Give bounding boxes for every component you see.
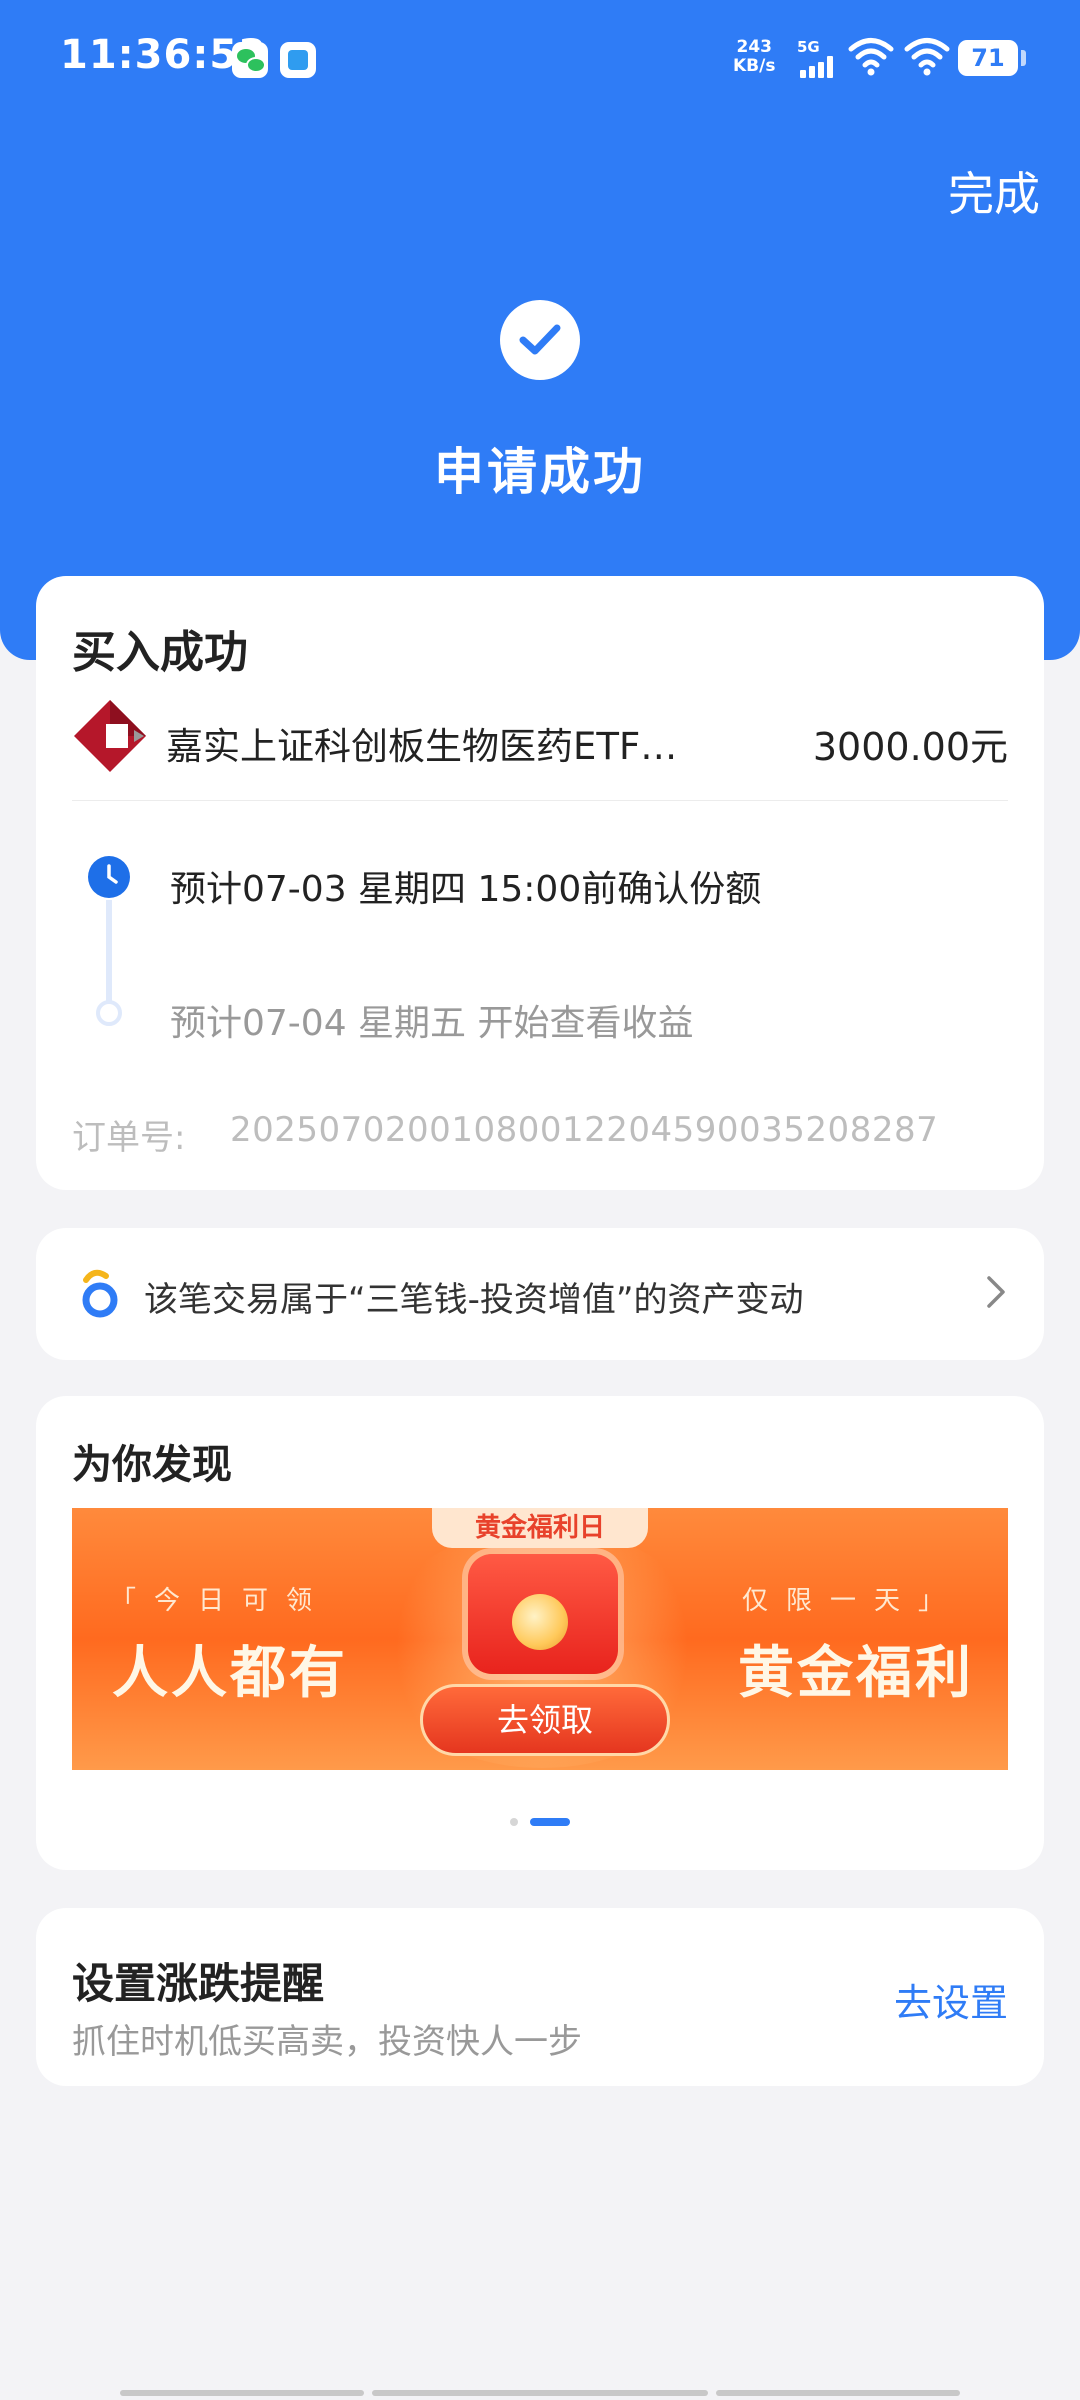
go-settings-link[interactable]: 去设置 — [894, 1972, 1008, 2027]
divider — [72, 800, 1008, 801]
nav-bar-segment — [716, 2390, 960, 2396]
app-notification-icon — [280, 42, 316, 78]
discover-title: 为你发现 — [72, 1442, 232, 1488]
fund-amount: 3000.00元 — [812, 725, 1008, 769]
nav-bar-segment — [372, 2390, 708, 2396]
pager-dot-active[interactable] — [530, 1818, 570, 1826]
asset-logo-icon — [82, 1269, 118, 1318]
timeline-pending-dot — [96, 1000, 122, 1026]
done-button[interactable]: 完成 — [948, 158, 1040, 224]
order-title: 买入成功 — [72, 627, 248, 678]
chevron-right-icon — [987, 1276, 1005, 1308]
network-type: 5G — [797, 38, 820, 56]
banner-right-headline: 黄金福利 — [738, 1641, 974, 1706]
banner-pager — [36, 1818, 1044, 1826]
wifi-icon — [848, 38, 894, 76]
fund-name[interactable]: 嘉实上证科创板生物医药ETF… — [166, 716, 746, 770]
timeline-step-confirm: 预计07-03 星期四 15:00前确认份额 — [170, 869, 762, 910]
order-number-label: 订单号: — [72, 1118, 186, 1158]
order-number: 2025070200108001220459003520828​7 — [230, 1110, 939, 1150]
fund-logo-icon — [74, 700, 146, 772]
status-bar: 11:36:53 243 KB/s 5G 71 — [0, 0, 1080, 120]
price-alert-card: 设置涨跌提醒 抓住时机低买高卖，投资快人一步 去设置 — [36, 1908, 1044, 2086]
battery-indicator: 71 — [958, 40, 1026, 76]
cellular-signal-icon — [800, 56, 840, 78]
asset-change-notice[interactable]: 该笔交易属于“三笔钱-投资增值”的资产变动 — [36, 1228, 1044, 1360]
alert-subtitle: 抓住时机低买高卖，投资快人一步 — [72, 2022, 582, 2062]
wifi-icon — [904, 38, 950, 76]
gold-coin-icon — [512, 1594, 568, 1650]
nav-bar-segment — [120, 2390, 364, 2396]
page-title: 申请成功 — [434, 443, 646, 501]
discover-card: 为你发现 黄金福利日 「今日可领 人人都有 仅限一天」 黄金福利 去领取 — [36, 1396, 1044, 1870]
asset-notice-text: 该笔交易属于“三笔钱-投资增值”的资产变动 — [144, 1280, 804, 1320]
banner-left-caption: 「今日可领 — [110, 1586, 331, 1616]
alert-title: 设置涨跌提醒 — [72, 1959, 325, 2008]
pager-dot[interactable] — [510, 1818, 518, 1826]
promo-banner[interactable]: 黄金福利日 「今日可领 人人都有 仅限一天」 黄金福利 去领取 — [72, 1508, 1008, 1770]
wechat-notification-icon — [232, 42, 268, 78]
timeline-line — [106, 900, 112, 1004]
banner-tag: 黄金福利日 — [432, 1508, 648, 1548]
clock-icon — [88, 856, 130, 898]
banner-right-caption: 仅限一天」 — [742, 1586, 963, 1616]
claim-button[interactable]: 去领取 — [420, 1684, 670, 1756]
banner-left-headline: 人人都有 — [112, 1641, 348, 1706]
network-speed: 243 KB/s — [733, 37, 776, 76]
order-card: 买入成功 嘉实上证科创板生物医药ETF… 3000.00元 预计07-03 星期… — [36, 576, 1044, 1190]
timeline-step-earnings: 预计07-04 星期五 开始查看收益 — [170, 1003, 694, 1044]
success-check-icon — [500, 300, 580, 380]
